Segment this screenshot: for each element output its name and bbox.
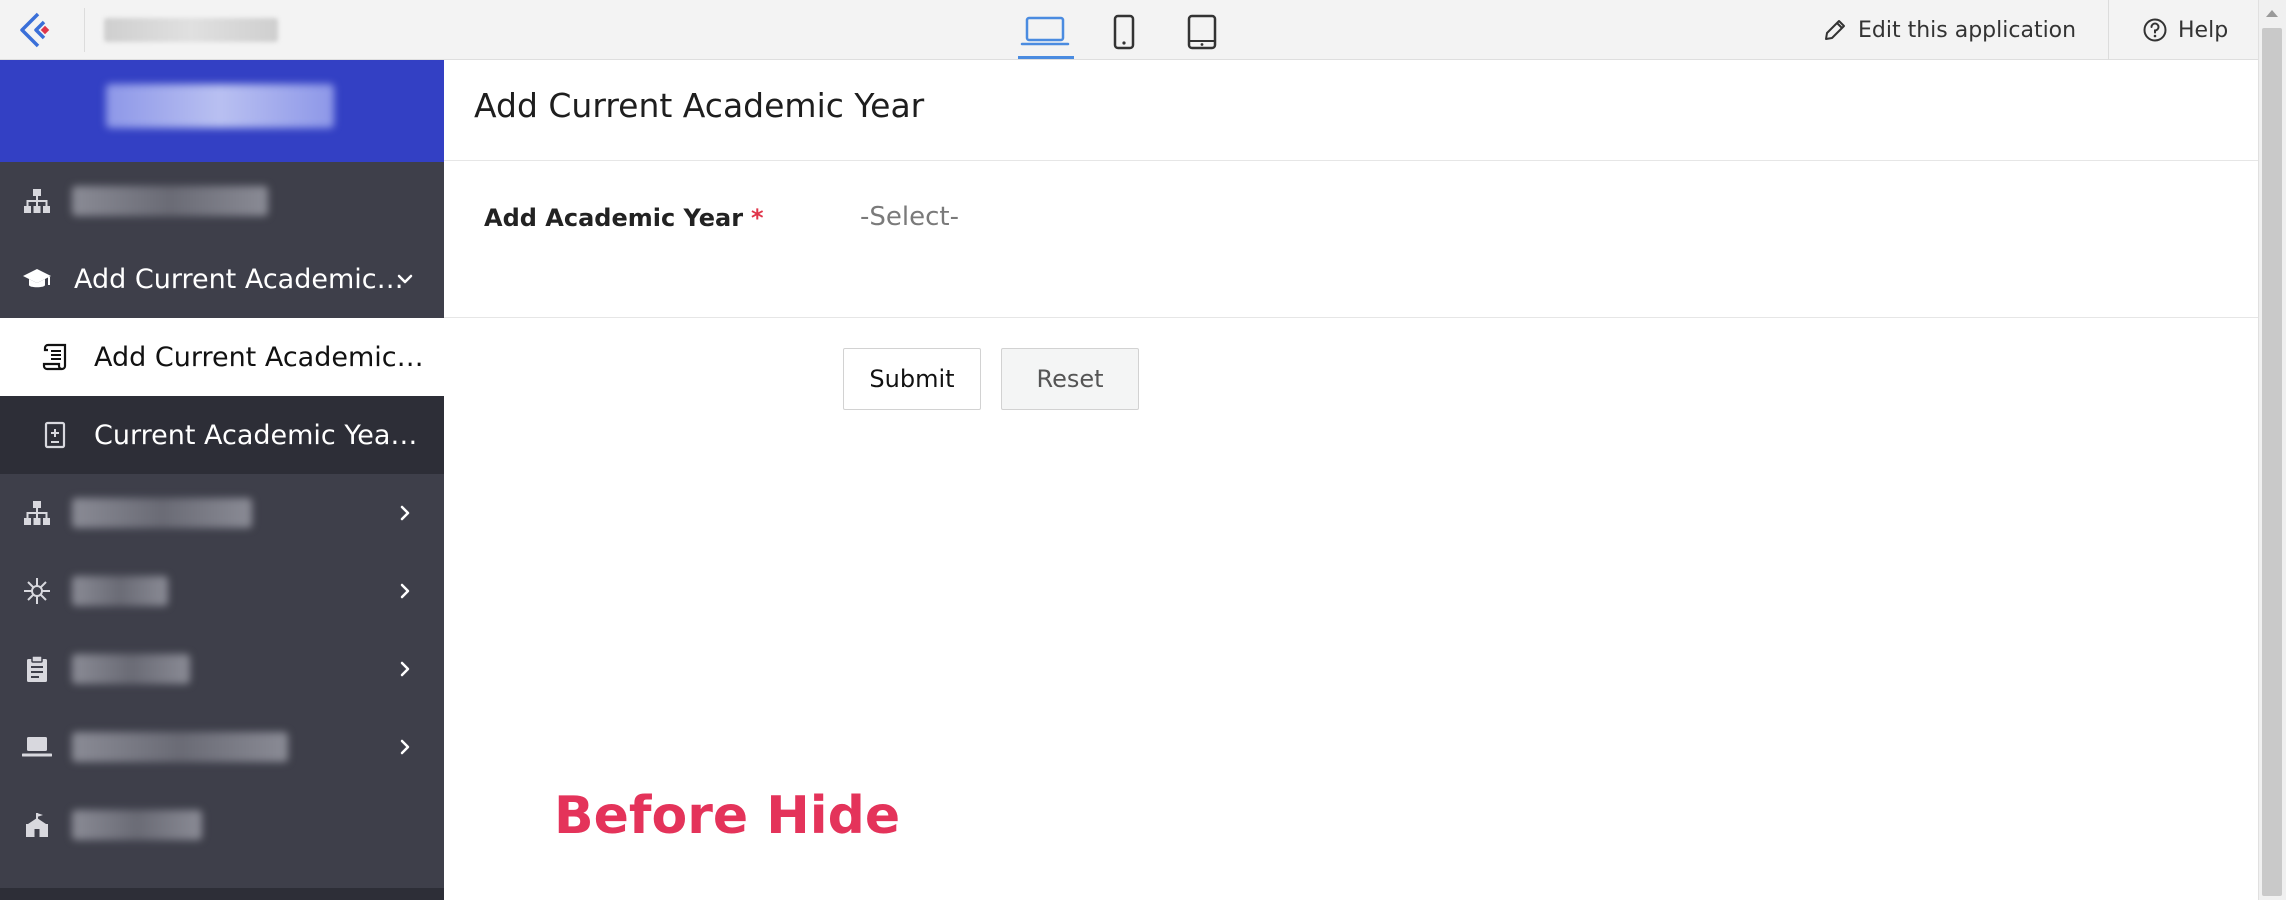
required-marker: *: [751, 204, 764, 232]
sidebar-item-label-redacted: [72, 576, 168, 606]
sidebar-group-academic-year[interactable]: Add Current Academic…: [0, 240, 444, 318]
sidebar-item-redacted[interactable]: [0, 552, 444, 630]
main-content: Add Current Academic Year Add Academic Y…: [444, 60, 2258, 900]
tablet-view-button[interactable]: [1182, 10, 1222, 54]
academic-year-select[interactable]: -Select-: [860, 202, 959, 232]
help-label: Help: [2178, 17, 2229, 43]
sidebar-item-redacted[interactable]: [0, 162, 444, 240]
chevron-right-icon: [394, 502, 416, 524]
chevron-right-icon: [394, 658, 416, 680]
scroll-icon: [40, 342, 70, 372]
edit-application-link[interactable]: Edit this application: [1822, 14, 2076, 46]
help-circle-icon: [2143, 18, 2167, 42]
app-logo-icon[interactable]: [16, 10, 56, 50]
chevron-right-icon: [394, 580, 416, 602]
submit-button[interactable]: Submit: [843, 348, 981, 410]
sidebar-item-label-redacted: [72, 186, 268, 216]
sidebar-item-redacted[interactable]: [0, 630, 444, 708]
brand-name-redacted: [106, 84, 334, 128]
sidebar-brand[interactable]: [0, 60, 444, 162]
edit-application-label: Edit this application: [1858, 17, 2077, 43]
divider: [2108, 0, 2109, 60]
chevron-down-icon: [394, 268, 416, 290]
sidebar-item-label-redacted: [72, 810, 202, 840]
scrollbar-thumb[interactable]: [2262, 28, 2282, 896]
chevron-right-icon: [394, 736, 416, 758]
sidebar-subitem-label: Current Academic Yea…: [94, 419, 418, 451]
help-link[interactable]: Help: [2142, 14, 2228, 46]
divider: [444, 317, 2258, 318]
report-icon: [40, 420, 70, 450]
laptop-icon: [22, 732, 52, 762]
desktop-view-button[interactable]: [1016, 10, 1074, 54]
phone-icon: [1113, 14, 1135, 50]
divider: [444, 160, 2258, 161]
page-title: Add Current Academic Year: [474, 86, 925, 125]
sidebar-subitem-label: Add Current Academic…: [94, 341, 424, 373]
reset-button[interactable]: Reset: [1001, 348, 1139, 410]
sidebar-subitem-add-current-academic-year[interactable]: Add Current Academic…: [0, 318, 444, 396]
sidebar-item-label: Add Current Academic…: [74, 263, 404, 295]
sidebar-item-redacted[interactable]: [0, 786, 444, 864]
network-icon: [22, 576, 52, 606]
sidebar-item-redacted[interactable]: [0, 474, 444, 552]
pencil-icon: [1825, 20, 1845, 40]
phone-view-button[interactable]: [1106, 10, 1142, 54]
scroll-up-arrow-icon[interactable]: [2262, 6, 2282, 20]
sidebar-subitem-current-academic-year-report[interactable]: Current Academic Yea…: [0, 396, 444, 474]
sidebar: Add Current Academic… Add Current Academ…: [0, 60, 444, 900]
field-label-text: Add Academic Year: [484, 204, 744, 232]
divider: [84, 8, 85, 52]
academic-year-field-label: Add Academic Year *: [484, 204, 764, 232]
tablet-icon: [1187, 14, 1217, 50]
sidebar-footer: [0, 888, 444, 900]
annotation-caption: Before Hide: [554, 786, 901, 846]
sidebar-item-label-redacted: [72, 732, 288, 762]
top-bar: Edit this application Help: [0, 0, 2286, 60]
clipboard-icon: [22, 654, 52, 684]
org-chart-icon: [22, 498, 52, 528]
graduation-cap-icon: [22, 264, 52, 294]
app-name-redacted: [104, 18, 278, 42]
laptop-icon: [1020, 16, 1070, 46]
sidebar-item-label-redacted: [72, 498, 252, 528]
active-device-indicator: [1018, 56, 1074, 59]
sitemap-icon: [22, 186, 52, 216]
sidebar-item-redacted[interactable]: [0, 708, 444, 786]
school-icon: [22, 810, 52, 840]
sidebar-item-label-redacted: [72, 654, 190, 684]
